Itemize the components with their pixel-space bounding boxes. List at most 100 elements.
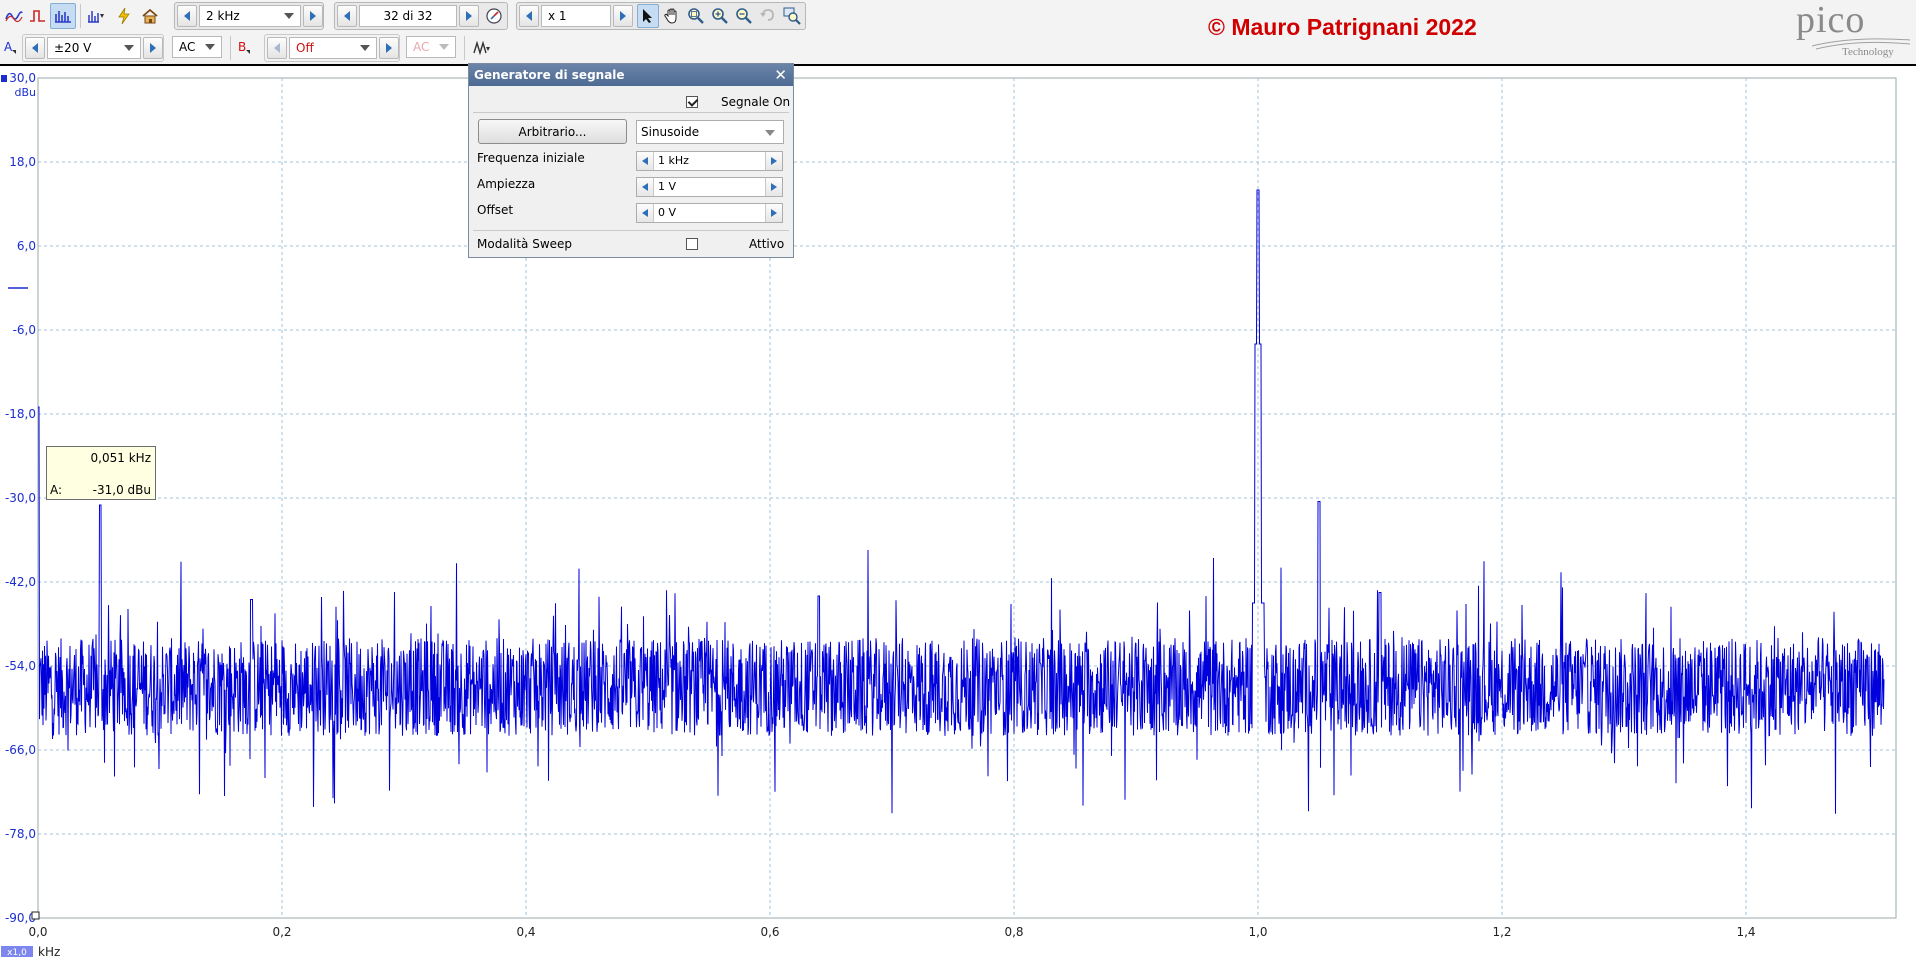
panel-title-bar: Generatore di segnale ✕ bbox=[469, 64, 793, 86]
panel-title: Generatore di segnale bbox=[474, 68, 625, 82]
buffer-overview-icon[interactable] bbox=[483, 4, 505, 28]
channel-a-range-group: ±20 V bbox=[22, 34, 164, 62]
timebase-decrease-button[interactable] bbox=[177, 5, 197, 27]
pointer-icon[interactable] bbox=[637, 4, 659, 28]
tooltip-channel: A: bbox=[50, 483, 63, 497]
channel-a-coupling-select[interactable]: AC bbox=[172, 36, 222, 58]
timebase-group: 2 kHz bbox=[174, 2, 324, 30]
y-tick-label: 30,0 bbox=[9, 71, 36, 85]
buffer-index-field[interactable]: 32 di 32 bbox=[359, 5, 457, 27]
channel-b-range-increase-button[interactable] bbox=[379, 37, 399, 59]
spectrum-mode-icon[interactable] bbox=[50, 3, 76, 29]
start-frequency-decrease-button[interactable] bbox=[637, 152, 654, 170]
sweep-active-checkbox[interactable] bbox=[686, 238, 698, 250]
tooltip-level: -31,0 dBu bbox=[92, 483, 151, 497]
x-tick-label: 0,0 bbox=[28, 925, 47, 939]
y-tick-label: 6,0 bbox=[17, 239, 36, 253]
y-tick-label: -42,0 bbox=[5, 575, 36, 589]
amplitude-decrease-button[interactable] bbox=[637, 178, 654, 196]
channel-a-options-icon[interactable] bbox=[12, 50, 16, 54]
offset-decrease-button[interactable] bbox=[637, 204, 654, 222]
channel-b-options-icon[interactable] bbox=[246, 50, 250, 54]
spectrum-options-icon[interactable] bbox=[84, 3, 108, 29]
x-tick-label: 0,2 bbox=[272, 925, 291, 939]
signal-generator-panel: Generatore di segnale ✕ Segnale On Arbit… bbox=[468, 63, 794, 258]
x-tick-label: 1,4 bbox=[1736, 925, 1755, 939]
channel-b-range-decrease-button[interactable] bbox=[267, 37, 287, 59]
zoom-factor-value: x 1 bbox=[548, 9, 567, 23]
y-tick-label: -18,0 bbox=[5, 407, 36, 421]
start-frequency-value[interactable]: 1 kHz bbox=[658, 154, 689, 167]
zoom-in-icon[interactable] bbox=[709, 4, 731, 28]
channel-b-range-select[interactable]: Off bbox=[289, 37, 377, 59]
amplitude-spinner[interactable]: 1 V bbox=[636, 177, 783, 197]
math-channels-icon[interactable] bbox=[470, 35, 494, 61]
main-toolbar: 2 kHz 32 di 32 x 1 bbox=[0, 0, 1916, 32]
y-tick-label: -66,0 bbox=[5, 743, 36, 757]
start-frequency-spinner[interactable]: 1 kHz bbox=[636, 151, 783, 171]
x-tick-label: 0,8 bbox=[1004, 925, 1023, 939]
y-tick-label: -30,0 bbox=[5, 491, 36, 505]
channel-b-range-group: Off bbox=[264, 34, 400, 62]
waveform-select[interactable]: Sinusoide bbox=[636, 120, 784, 144]
chevron-down-icon bbox=[439, 44, 449, 50]
start-frequency-increase-button[interactable] bbox=[765, 152, 782, 170]
channel-a-range-select[interactable]: ±20 V bbox=[47, 37, 141, 59]
signal-generator-icon[interactable] bbox=[112, 3, 136, 29]
zoom-group: x 1 bbox=[516, 2, 806, 30]
offset-spinner[interactable]: 0 V bbox=[636, 203, 783, 223]
buffer-next-button[interactable] bbox=[459, 5, 479, 27]
origin-marker bbox=[31, 911, 40, 920]
amplitude-increase-button[interactable] bbox=[765, 178, 782, 196]
channel-a-range-increase-button[interactable] bbox=[143, 37, 163, 59]
signal-on-checkbox[interactable] bbox=[686, 96, 698, 108]
offset-increase-button[interactable] bbox=[765, 204, 782, 222]
zoom-factor-field[interactable]: x 1 bbox=[541, 5, 611, 27]
timebase-value: 2 kHz bbox=[206, 9, 240, 23]
timebase-select[interactable]: 2 kHz bbox=[199, 5, 301, 27]
amplitude-value[interactable]: 1 V bbox=[658, 180, 676, 193]
channel-a-axis-marker bbox=[1, 75, 7, 82]
waveform-value: Sinusoide bbox=[641, 125, 700, 139]
y-tick-label: -54,0 bbox=[5, 659, 36, 673]
channel-a-label[interactable]: A bbox=[4, 40, 12, 54]
y-axis-unit: dBu bbox=[14, 86, 36, 99]
chevron-down-icon bbox=[284, 13, 294, 19]
x-tick-label: 1,2 bbox=[1492, 925, 1511, 939]
channel-b-range-value: Off bbox=[296, 41, 314, 55]
home-icon[interactable] bbox=[138, 3, 162, 29]
x-tick-label: 0,6 bbox=[760, 925, 779, 939]
sweep-mode-label: Modalità Sweep bbox=[477, 237, 573, 251]
spectrum-plot[interactable]: 30,0 18,0 6,0 -6,0 -18,0 -30,0 -42,0 -54,0 -66,0… bbox=[0, 66, 1916, 964]
undo-zoom-icon[interactable] bbox=[757, 4, 779, 28]
chevron-down-icon bbox=[124, 45, 134, 51]
channel-a-range-decrease-button[interactable] bbox=[25, 37, 45, 59]
zoom-out-icon[interactable] bbox=[733, 4, 755, 28]
chevron-down-icon bbox=[360, 45, 370, 51]
y-tick-label: -90,0 bbox=[5, 911, 36, 925]
signal-on-label: Segnale On bbox=[721, 95, 791, 109]
y-tick-label: 18,0 bbox=[9, 155, 36, 169]
spectrum-view[interactable]: 30,0 18,0 6,0 -6,0 -18,0 -30,0 -42,0 -54,0 -66,0… bbox=[0, 64, 1916, 964]
start-frequency-label: Frequenza iniziale bbox=[477, 151, 585, 165]
amplitude-label: Ampiezza bbox=[477, 177, 536, 191]
timebase-increase-button[interactable] bbox=[303, 5, 323, 27]
y-tick-label: -6,0 bbox=[13, 323, 36, 337]
buffer-previous-button[interactable] bbox=[337, 5, 357, 27]
x-tick-label: 1,0 bbox=[1248, 925, 1267, 939]
scope-mode-icon[interactable] bbox=[2, 3, 26, 29]
channel-b-coupling-select[interactable]: AC bbox=[406, 36, 456, 58]
persistence-mode-icon[interactable] bbox=[26, 3, 50, 29]
zoom-increase-button[interactable] bbox=[613, 5, 633, 27]
arbitrary-button[interactable]: Arbitrario... bbox=[478, 119, 627, 144]
close-icon[interactable]: ✕ bbox=[774, 64, 787, 86]
channel-b-label[interactable]: B bbox=[238, 40, 246, 54]
hand-pan-icon[interactable] bbox=[661, 4, 683, 28]
offset-value[interactable]: 0 V bbox=[658, 206, 676, 219]
zoom-area-icon[interactable] bbox=[685, 4, 707, 28]
y-tick-label: -78,0 bbox=[5, 827, 36, 841]
zoom-overview-icon[interactable] bbox=[781, 4, 803, 28]
buffer-index-value: 32 di 32 bbox=[383, 9, 433, 23]
zoom-decrease-button[interactable] bbox=[519, 5, 539, 27]
sweep-active-label: Attivo bbox=[749, 237, 785, 251]
